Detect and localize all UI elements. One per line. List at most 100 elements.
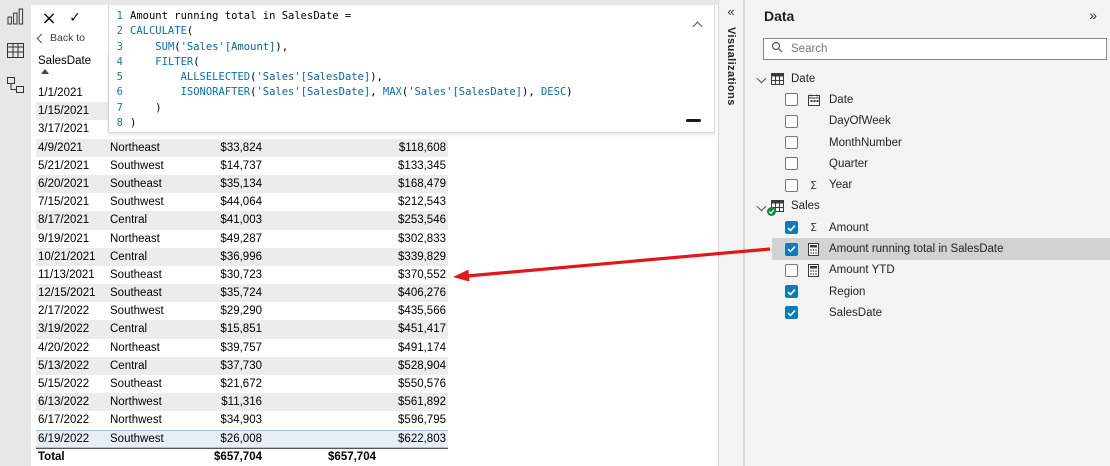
date-cell: 8/17/2021 [38,214,90,227]
date-cell: 4/20/2022 [38,341,90,354]
field-item-date[interactable]: Date [772,89,1110,110]
sort-ascending-icon [41,69,49,74]
field-item-amount[interactable]: Σ Amount [772,217,1110,238]
field-item-monthnumber[interactable]: MonthNumber [772,132,1110,153]
field-name: Region [829,285,866,298]
table-row[interactable]: 3/19/2022 Central $15,851 $451,417 [36,320,448,339]
running-total-cell: $406,276 [398,287,446,300]
date-cell: 11/13/2021 [38,268,95,281]
amount-cell: $33,824 [220,141,262,154]
table-row[interactable]: 6/13/2022 Northwest $11,316 $561,892 [36,393,448,412]
field-item-quarter[interactable]: Quarter [772,153,1110,174]
checkbox[interactable] [785,93,798,107]
model-view-button[interactable] [0,72,31,102]
table-row[interactable]: 7/15/2021 Southwest $44,064 $212,543 [36,193,448,211]
date-cell: 12/15/2021 [38,287,96,300]
table-row[interactable]: 6/19/2022 Southwest $26,008 $622,803 [36,429,448,448]
checkbox[interactable] [785,114,798,128]
amount-cell: $44,064 [220,196,262,209]
back-to-label: Back to [50,32,86,44]
field-item-dayofweek[interactable]: DayOfWeek [772,111,1110,132]
calendar-icon [806,94,821,106]
amount-cell: $29,290 [220,305,262,318]
date-cell: 1/1/2021 [38,87,83,99]
table-row[interactable]: 5/15/2022 Southeast $21,672 $550,576 [36,375,448,393]
table-row[interactable]: 6/17/2022 Northwest $34,903 $596,795 [36,411,448,429]
chevron-left-icon [36,33,47,43]
expand-visualizations-button[interactable]: « [727,4,734,19]
table-row[interactable]: 6/20/2021 Southeast $35,134 $168,479 [36,174,448,194]
table-row[interactable]: 5/21/2021 Southwest $14,737 $133,345 [36,157,448,175]
field-name: Amount running total in SalesDate [829,243,1004,256]
table-row[interactable]: 11/13/2021 Southeast $30,723 $370,552 [36,266,448,284]
double-chevron-left-icon: « [727,4,735,19]
table-row[interactable]: 9/19/2021 Northeast $49,287 $302,833 [36,230,448,248]
field-item-amount-running-total-in-salesdate[interactable]: Amount running total in SalesDate [772,238,1110,260]
field-item-amount-ytd[interactable]: Amount YTD [772,260,1110,281]
checkbox[interactable] [785,242,798,256]
code-text: Amount running total in SalesDate = [130,10,358,22]
cancel-button[interactable]: × [37,7,61,29]
checkbox[interactable] [785,306,798,320]
chevron-down-icon[interactable] [756,201,767,212]
date-cell: 1/15/2021 [38,105,90,118]
formula-code[interactable]: 1 Amount running total in SalesDate = 2 CA… [109,9,692,131]
running-total-cell: $451,417 [398,323,446,336]
collapse-formula-bar-button[interactable] [692,17,703,35]
running-total-cell: $302,833 [398,232,446,245]
column-header-salesdate[interactable]: SalesDate [38,55,91,74]
checkbox[interactable] [785,285,798,299]
search-input[interactable] [789,42,1099,56]
checkbox[interactable] [785,263,798,277]
collapse-data-pane-button[interactable]: » [1089,7,1097,23]
date-cell: 7/15/2021 [38,196,90,209]
table-row[interactable]: 12/15/2021 Southeast $35,724 $406,276 [36,284,448,303]
amount-cell: $30,723 [220,268,262,281]
date-cell: 9/19/2021 [38,232,90,245]
report-view-button[interactable] [0,4,31,34]
checkbox[interactable] [785,157,798,171]
field-item-year[interactable]: Σ Year [772,174,1110,195]
table-row[interactable]: 4/20/2022 Northeast $39,757 $491,174 [36,339,448,357]
amount-cell: $35,134 [220,177,262,190]
table-row[interactable]: 10/21/2021 Central $36,996 $339,829 [36,247,448,266]
code-line: 6 ISONORAFTER('Sales'[SalesDate], MAX('S… [109,85,692,100]
line-number: 4 [116,55,123,68]
table-row[interactable]: 4/9/2021 Northeast $33,824 $118,608 [36,138,448,157]
amount-cell: $14,737 [220,159,262,172]
visualizations-pane-collapsed[interactable]: « Visualizations [718,0,744,466]
close-icon: × [41,7,57,29]
table-icon [767,200,785,216]
amount-cell: $26,008 [220,432,262,445]
field-item-region[interactable]: Region [772,281,1110,302]
checkbox[interactable] [785,221,798,235]
code-line: 5 ALLSELECTED('Sales'[SalesDate]), [109,70,692,85]
chevron-down-icon[interactable] [756,73,767,84]
field-item-salesdate[interactable]: SalesDate [772,302,1110,323]
code-line: 8) [109,116,692,131]
data-pane: Data » Date Date DayOfWeek MonthNumber Quart… [744,0,1110,466]
table-name: Date [791,72,816,85]
running-total-cell: $253,546 [398,214,446,227]
running-total-cell: $118,608 [398,141,446,154]
table-item-date[interactable]: Date [745,68,1110,89]
line-number: 6 [116,86,123,99]
data-view-button[interactable] [0,38,31,68]
code-text: SUM('Sales'[Amount]), [155,40,289,53]
checkbox[interactable] [785,178,798,192]
date-cell: 6/20/2021 [38,177,90,190]
commit-button[interactable]: ✓ [63,7,87,29]
checkbox[interactable] [785,136,798,150]
table-row[interactable]: 8/17/2021 Central $41,003 $253,546 [36,211,448,230]
table-row[interactable]: 2/17/2022 Southwest $29,290 $435,566 [36,302,448,320]
date-cell: 4/9/2021 [38,141,83,154]
formula-bar-resize-handle[interactable] [686,119,701,122]
total-amount: $657,704 [214,451,262,464]
table-item-sales[interactable]: Sales [745,196,1110,217]
line-number: 8 [116,117,123,130]
date-cell: 10/21/2021 [38,250,96,263]
back-to-report-button[interactable]: Back to [36,32,86,44]
date-cell: 3/17/2021 [38,123,90,136]
table-row[interactable]: 5/13/2022 Central $37,730 $528,904 [36,356,448,375]
field-name: Year [829,179,853,192]
